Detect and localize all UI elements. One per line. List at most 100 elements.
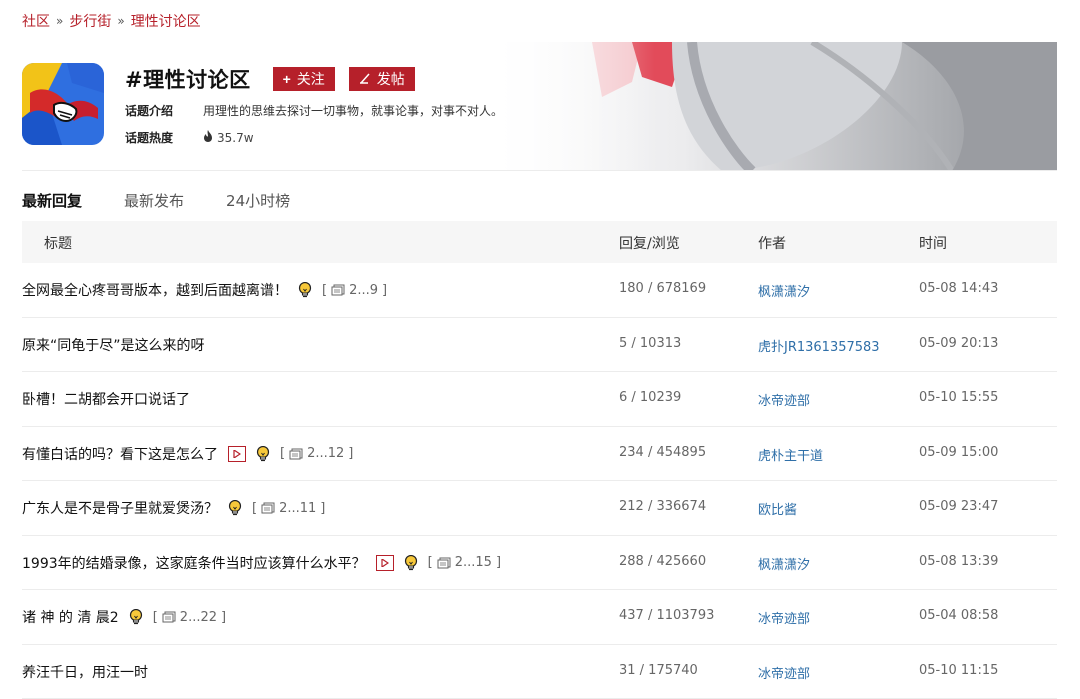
header-author: 作者	[758, 236, 786, 252]
post-label: 发帖	[376, 71, 405, 87]
post-author[interactable]: 枫潇潇汐	[758, 281, 810, 300]
post-time: 05-09 15:00	[919, 444, 999, 460]
post-time: 05-08 13:39	[919, 553, 999, 569]
post-title[interactable]: 原来“同龟于尽”是这么来的呀	[22, 335, 205, 355]
topic-title-row: #理性讨论区 + 关注 发帖	[125, 64, 415, 94]
table-row: 有懂白话的吗？看下这是怎么了 [ 2...12] 234 / 454895 虎朴主干道…	[22, 427, 1057, 481]
post-stats: 288 / 425660	[619, 553, 707, 569]
breadcrumb-current[interactable]: 理性讨论区	[131, 11, 201, 31]
post-time: 05-09 23:47	[919, 499, 999, 514]
post-title-text[interactable]: 原来“同龟于尽”是这么来的呀	[22, 335, 205, 355]
tab-24h-ranking[interactable]: 24小时榜	[226, 190, 290, 223]
post-title[interactable]: 1993年的结婚录像，这家庭条件当时应该算什么水平？ [ 2...15]	[22, 553, 501, 573]
post-title-text[interactable]: 诸 神 的 清 晨2	[22, 607, 119, 627]
post-author[interactable]: 虎扑JR1361357583	[758, 336, 880, 355]
post-time: 05-04 08:58	[919, 608, 999, 623]
follow-button[interactable]: + 关注	[272, 67, 335, 91]
post-stats: 212 / 336674	[619, 499, 707, 514]
post-time: 05-10 11:15	[919, 662, 999, 678]
post-stats: 31 / 175740	[619, 662, 698, 678]
lightbulb-icon	[298, 282, 312, 298]
post-stats: 5 / 10313	[619, 335, 682, 351]
table-row: 诸 神 的 清 晨2 [ 2...22] 437 / 1103793 冰帝迹部 05-0…	[22, 590, 1057, 645]
post-title[interactable]: 有懂白话的吗？看下这是怎么了 [ 2...12]	[22, 444, 353, 464]
tab-bar: 最新回复 最新发布 24小时榜	[22, 190, 332, 223]
post-author[interactable]: 冰帝迹部	[758, 663, 810, 682]
post-stats: 6 / 10239	[619, 390, 682, 405]
post-title-text[interactable]: 卧槽！二胡都会开口说话了	[22, 389, 190, 409]
pages-link[interactable]: [ 2...12]	[280, 446, 353, 461]
plus-icon: +	[282, 71, 291, 87]
post-title[interactable]: 广东人是不是骨子里就爱煲汤？ [ 2...11]	[22, 498, 325, 518]
pages-icon	[437, 557, 451, 568]
post-author[interactable]: 冰帝迹部	[758, 608, 810, 627]
lightbulb-icon	[404, 554, 418, 571]
breadcrumb-street[interactable]: 步行街	[69, 11, 111, 31]
table-row: 1993年的结婚录像，这家庭条件当时应该算什么水平？ [ 2...15] 288 /…	[22, 536, 1057, 590]
table-row: 广东人是不是骨子里就爱煲汤？ [ 2...11] 212 / 336674 欧比酱 05…	[22, 481, 1057, 536]
pages-text: 2...11	[279, 500, 317, 516]
header-stats: 回复/浏览	[619, 236, 680, 252]
header-banner-image	[482, 42, 1057, 171]
table-row: 原来“同龟于尽”是这么来的呀 5 / 10313 虎扑JR1361357583 05-…	[22, 318, 1057, 372]
post-title-text[interactable]: 有懂白话的吗？看下这是怎么了	[22, 444, 218, 464]
table-row: 全网最全心疼哥哥版本，越到后面越离谱！ [ 2...9] 180 / 678169 枫…	[22, 263, 1057, 318]
edit-icon	[359, 71, 371, 87]
post-time: 05-09 20:13	[919, 335, 999, 351]
topic-header: #理性讨论区 + 关注 发帖 话题介绍 用理性的思维去探讨一切事物，就事论事，对…	[22, 42, 1057, 171]
pages-text: 2...22	[179, 609, 218, 625]
table-row: 养汪千日，用汪一时 31 / 175740 冰帝迹部 05-10 11:15	[22, 645, 1057, 699]
breadcrumb-separator: »	[117, 14, 125, 28]
breadcrumb-community[interactable]: 社区	[22, 11, 50, 31]
pages-link[interactable]: [ 2...15]	[428, 555, 501, 570]
post-button[interactable]: 发帖	[348, 67, 415, 91]
follow-label: 关注	[296, 71, 325, 87]
post-title[interactable]: 诸 神 的 清 晨2 [ 2...22]	[22, 607, 226, 627]
flame-icon	[203, 130, 213, 145]
post-author[interactable]: 枫潇潇汐	[758, 554, 810, 573]
lightbulb-icon	[228, 500, 242, 516]
tab-latest-post[interactable]: 最新发布	[124, 190, 184, 223]
post-title[interactable]: 全网最全心疼哥哥版本，越到后面越离谱！ [ 2...9]	[22, 280, 387, 300]
intro-label: 话题介绍	[125, 104, 174, 118]
pages-text: 2...9	[349, 282, 379, 298]
tab-latest-reply[interactable]: 最新回复	[22, 190, 83, 223]
intro-text: 用理性的思维去探讨一切事物，就事论事，对事不对人。	[203, 104, 504, 118]
lightbulb-icon	[129, 609, 143, 625]
pages-link[interactable]: [ 2...22]	[153, 610, 226, 625]
pages-link[interactable]: [ 2...9]	[322, 283, 387, 298]
post-author[interactable]: 冰帝迹部	[758, 390, 810, 409]
pages-text: 2...12	[307, 446, 345, 461]
pages-link[interactable]: [ 2...11]	[252, 501, 325, 516]
topic-title: #理性讨论区	[125, 68, 251, 92]
pages-icon	[162, 611, 176, 623]
post-stats: 234 / 454895	[619, 444, 707, 460]
breadcrumb-separator: »	[56, 14, 64, 28]
post-list: 全网最全心疼哥哥版本，越到后面越离谱！ [ 2...9] 180 / 678169 枫…	[22, 263, 1057, 699]
post-author[interactable]: 虎朴主干道	[758, 445, 823, 464]
post-time: 05-08 14:43	[919, 281, 999, 296]
pages-icon	[331, 284, 345, 296]
post-title-text[interactable]: 广东人是不是骨子里就爱煲汤？	[22, 498, 218, 518]
post-title-text[interactable]: 全网最全心疼哥哥版本，越到后面越离谱！	[22, 280, 288, 300]
post-stats: 437 / 1103793	[619, 608, 715, 623]
post-title[interactable]: 卧槽！二胡都会开口说话了	[22, 389, 190, 409]
table-row: 卧槽！二胡都会开口说话了 6 / 10239 冰帝迹部 05-10 15:55	[22, 372, 1057, 427]
pages-icon	[289, 448, 303, 459]
heat-label: 话题热度	[125, 131, 174, 145]
topic-logo	[22, 63, 104, 145]
header-divider	[22, 170, 1057, 171]
post-time: 05-10 15:55	[919, 390, 999, 405]
post-title-text[interactable]: 1993年的结婚录像，这家庭条件当时应该算什么水平？	[22, 553, 366, 573]
post-author[interactable]: 欧比酱	[758, 499, 797, 518]
topic-heat-row: 话题热度 35.7w	[125, 129, 254, 146]
post-stats: 180 / 678169	[619, 281, 707, 296]
lightbulb-icon	[256, 445, 270, 462]
video-icon	[228, 445, 246, 462]
table-header: 标题 回复/浏览 作者 时间	[22, 221, 1057, 263]
header-time: 时间	[919, 236, 947, 252]
pages-text: 2...15	[454, 555, 492, 570]
post-title[interactable]: 养汪千日，用汪一时	[22, 662, 148, 682]
post-title-text[interactable]: 养汪千日，用汪一时	[22, 662, 148, 682]
heat-value: 35.7w	[217, 130, 254, 145]
